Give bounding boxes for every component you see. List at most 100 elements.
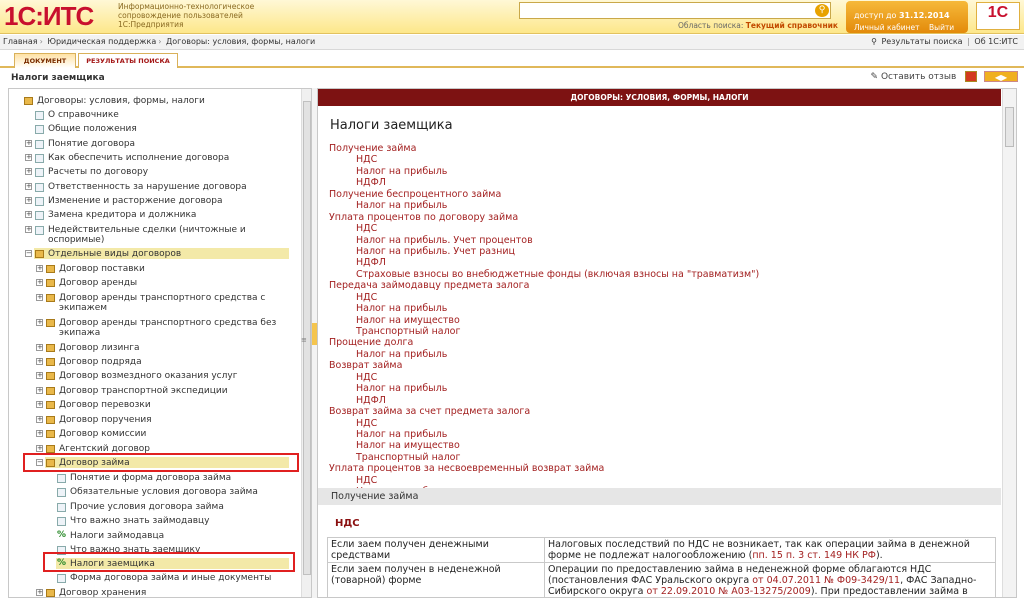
expand-toggle-icon[interactable]: + bbox=[36, 589, 43, 596]
partner-logo[interactable]: 1С bbox=[976, 2, 1020, 30]
search-input[interactable]: ⚲ bbox=[519, 2, 831, 19]
tree-item[interactable]: Договор поручения bbox=[59, 415, 152, 426]
toc-link[interactable]: Передача займодавцу предмета залога bbox=[329, 280, 989, 291]
toc-link[interactable]: Налог на прибыль. Учет разниц bbox=[329, 246, 989, 257]
toc-link[interactable]: Налог на прибыль bbox=[329, 166, 989, 177]
expand-toggle-icon[interactable]: + bbox=[25, 211, 32, 218]
tree-item[interactable]: Общие положения bbox=[48, 124, 137, 135]
expand-toggle-icon[interactable]: + bbox=[25, 183, 32, 190]
expand-toggle-icon[interactable]: + bbox=[36, 430, 43, 437]
tree-item[interactable]: Договор возмездного оказания услуг bbox=[59, 371, 237, 382]
tree-item[interactable]: Договор аренды bbox=[59, 278, 137, 289]
expand-toggle-icon[interactable]: + bbox=[36, 358, 43, 365]
tree-item[interactable]: Договор транспортной экспедиции bbox=[59, 386, 228, 397]
toc-link[interactable]: Получение беспроцентного займа bbox=[329, 189, 989, 200]
toc-link[interactable]: НДС bbox=[329, 475, 989, 486]
toc-link[interactable]: Возврат займа за счет предмета залога bbox=[329, 406, 989, 417]
expand-toggle-icon[interactable]: + bbox=[36, 279, 43, 286]
toc-link[interactable]: НДС bbox=[329, 418, 989, 429]
tree-item[interactable]: Как обеспечить исполнение договора bbox=[48, 153, 229, 164]
toc-link[interactable]: Страховые взносы во внебюджетные фонды (… bbox=[329, 269, 989, 280]
law-link[interactable]: пп. 15 п. 3 ст. 149 НК РФ bbox=[752, 550, 876, 561]
toc-link[interactable]: Налог на прибыль bbox=[329, 383, 989, 394]
toc-link[interactable]: Возврат займа bbox=[329, 360, 989, 371]
expand-toggle-icon[interactable]: − bbox=[25, 250, 32, 257]
tree-item[interactable]: Договор перевозки bbox=[59, 400, 151, 411]
tree-item[interactable]: Договор хранения bbox=[59, 588, 146, 597]
tab-document[interactable]: ДОКУМЕНТ bbox=[14, 53, 76, 68]
toc-link[interactable]: Прощение долга bbox=[329, 337, 989, 348]
tree-item[interactable]: Недействительные сделки (ничтожные и оспо… bbox=[48, 225, 246, 245]
law-link[interactable]: от 04.07.2011 № Ф09-3429/11 bbox=[752, 575, 900, 586]
tree-item[interactable]: Договор аренды транспортного средства сэ… bbox=[59, 293, 265, 313]
tree-item[interactable]: Договор лизинга bbox=[59, 343, 140, 354]
tree-item[interactable]: Договор комиссии bbox=[59, 429, 146, 440]
expand-toggle-icon[interactable]: + bbox=[36, 387, 43, 394]
toc-link[interactable]: НДС bbox=[329, 223, 989, 234]
logout-link[interactable]: Выйти bbox=[929, 23, 954, 32]
search-area-value[interactable]: Текущий справочник bbox=[746, 21, 838, 30]
expand-toggle-icon[interactable]: + bbox=[36, 372, 43, 379]
tree-item[interactable]: Договоры: условия, формы, налоги bbox=[37, 96, 205, 107]
expand-toggle-icon[interactable]: + bbox=[25, 154, 32, 161]
toc-link[interactable]: Налог на прибыль bbox=[329, 349, 989, 360]
tree-item[interactable]: Понятие и форма договора займа bbox=[70, 473, 231, 484]
about-link[interactable]: Об 1С:ИТС bbox=[974, 37, 1018, 46]
expand-toggle-icon[interactable]: + bbox=[25, 168, 32, 175]
expand-toggle-icon[interactable]: + bbox=[36, 445, 43, 452]
cabinet-link[interactable]: Личный кабинет bbox=[854, 23, 920, 32]
its-logo[interactable]: 1С:ИТС bbox=[4, 1, 94, 31]
toc-link[interactable]: НДС bbox=[329, 154, 989, 165]
toc-link[interactable]: Налог на имущество bbox=[329, 315, 989, 326]
toc-link[interactable]: Налог на прибыль bbox=[329, 303, 989, 314]
print-icon[interactable] bbox=[965, 71, 978, 82]
expand-toggle-icon[interactable]: + bbox=[25, 197, 32, 204]
toc-link[interactable]: Налог на прибыль. Учет процентов bbox=[329, 235, 989, 246]
breadcrumb-item[interactable]: Юридическая поддержка bbox=[47, 37, 156, 46]
expand-toggle-icon[interactable]: + bbox=[36, 401, 43, 408]
expand-toggle-icon[interactable]: + bbox=[36, 416, 43, 423]
toc-link[interactable]: Транспортный налог bbox=[329, 452, 989, 463]
tree-item[interactable]: Замена кредитора и должника bbox=[48, 210, 196, 221]
tree-item[interactable]: Обязательные условия договора займа bbox=[70, 487, 258, 498]
toc-link[interactable]: НДС bbox=[329, 372, 989, 383]
toc-link[interactable]: Получение займа bbox=[329, 143, 989, 154]
expand-toggle-icon[interactable]: + bbox=[36, 319, 43, 326]
tree-item[interactable]: Отдельные виды договоров bbox=[48, 249, 181, 260]
toc-link[interactable]: Уплата процентов по договору займа bbox=[329, 212, 989, 223]
toc-link[interactable]: Транспортный налог bbox=[329, 326, 989, 337]
tree-item[interactable]: Форма договора займа и иные документы bbox=[70, 573, 271, 584]
toc-link[interactable]: Налог на прибыль bbox=[329, 200, 989, 211]
expand-toggle-icon[interactable]: + bbox=[36, 294, 43, 301]
toc-link[interactable]: НДФЛ bbox=[329, 177, 989, 188]
tree-item[interactable]: Прочие условия договора займа bbox=[70, 502, 224, 513]
tree-item[interactable]: Изменение и расторжение договора bbox=[48, 196, 223, 207]
tree-item[interactable]: Налоги займодавца bbox=[70, 531, 164, 542]
law-link[interactable]: от 22.09.2010 № А03-13275/2009 bbox=[647, 586, 811, 597]
tree-item[interactable]: Расчеты по договору bbox=[48, 167, 148, 178]
tree-item[interactable]: Договор подряда bbox=[59, 357, 142, 368]
nav-arrows-icon[interactable]: ◀▶ bbox=[984, 71, 1018, 82]
toc-link[interactable]: НДФЛ bbox=[329, 257, 989, 268]
article-scrollbar[interactable] bbox=[1002, 89, 1016, 597]
breadcrumb-item[interactable]: Договоры: условия, формы, налоги bbox=[166, 37, 315, 46]
tree-item[interactable]: О справочнике bbox=[48, 110, 119, 121]
feedback-button[interactable]: ✎ Оставить отзыв bbox=[871, 70, 957, 84]
expand-toggle-icon[interactable]: + bbox=[25, 140, 32, 147]
tree-item[interactable]: Договор аренды транспортного средства бе… bbox=[59, 318, 276, 338]
tab-search-results[interactable]: РЕЗУЛЬТАТЫ ПОИСКА bbox=[78, 53, 178, 68]
tree-item[interactable]: Ответственность за нарушение договора bbox=[48, 182, 247, 193]
search-icon[interactable]: ⚲ bbox=[815, 4, 829, 17]
expand-toggle-icon[interactable]: + bbox=[36, 265, 43, 272]
toc-link[interactable]: Налог на прибыль bbox=[329, 429, 989, 440]
search-results-link[interactable]: Результаты поиска bbox=[881, 37, 962, 46]
toc-link[interactable]: Налог на имущество bbox=[329, 440, 989, 451]
expand-toggle-icon[interactable]: + bbox=[36, 344, 43, 351]
breadcrumb-item[interactable]: Главная bbox=[3, 37, 38, 46]
tree-item[interactable]: Договор поставки bbox=[59, 264, 145, 275]
toc-link[interactable]: НДС bbox=[329, 292, 989, 303]
tree-item[interactable]: Что важно знать займодавцу bbox=[70, 516, 210, 527]
toc-link[interactable]: НДФЛ bbox=[329, 395, 989, 406]
toc-link[interactable]: Уплата процентов за несвоевременный возв… bbox=[329, 463, 989, 474]
tree-item[interactable]: Понятие договора bbox=[48, 139, 135, 150]
